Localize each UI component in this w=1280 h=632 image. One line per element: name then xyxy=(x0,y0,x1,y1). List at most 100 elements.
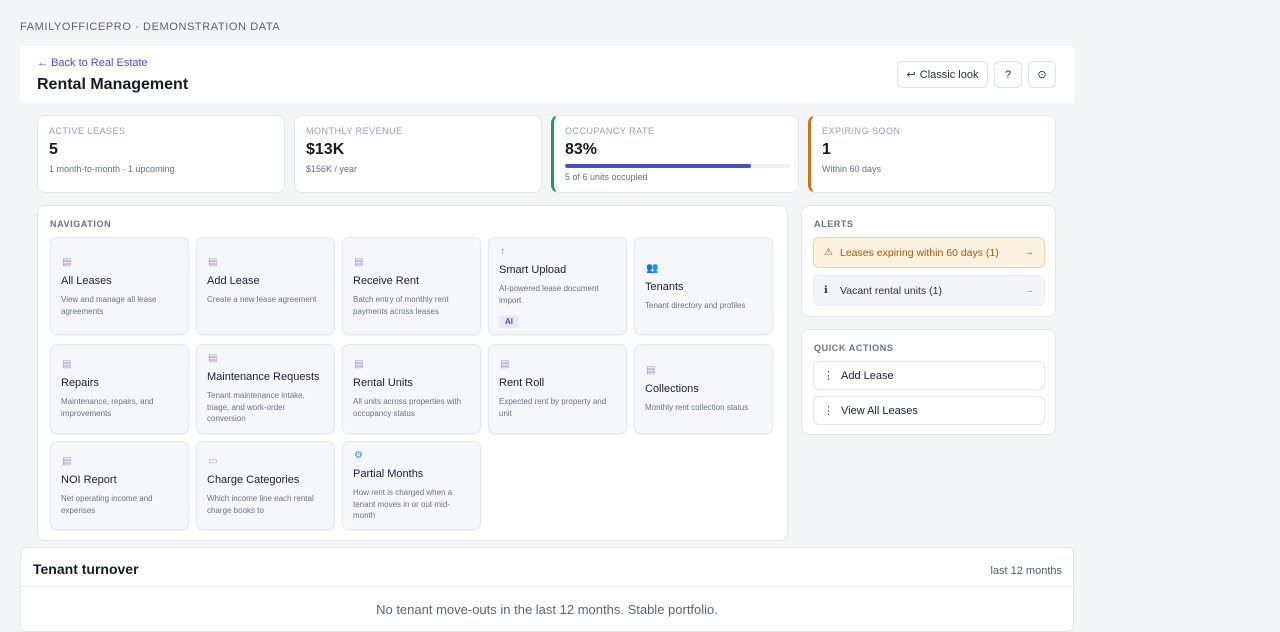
stat-subtext: Within 60 days xyxy=(822,164,882,174)
document-icon: ▤ xyxy=(62,456,72,467)
stat-subtext: 5 of 6 units occupied xyxy=(565,172,648,182)
stat-label: ACTIVE LEASES xyxy=(49,126,126,136)
nav-tile-title: Add Lease xyxy=(207,275,260,287)
brand-label: FAMILYOFFICEPRO · DEMONSTRATION DATA xyxy=(20,21,281,33)
nav-tile-rental-units[interactable]: ▤ Rental Units All units across properti… xyxy=(342,344,481,434)
nav-tile-all-leases[interactable]: ▤ All Leases View and manage all lease a… xyxy=(50,237,189,335)
alert-vacant-units[interactable]: ℹ Vacant rental units (1) → xyxy=(813,275,1045,306)
stat-card-monthly-revenue: MONTHLY REVENUE $13K $156K / year xyxy=(294,115,542,193)
stat-value: 5 xyxy=(49,141,58,158)
nav-tile-title: Maintenance Requests xyxy=(207,371,320,383)
page-title: Rental Management xyxy=(37,76,189,93)
tenant-turnover-title: Tenant turnover xyxy=(33,561,139,577)
nav-tile-description: Which income line each rental charge boo… xyxy=(207,494,314,515)
nav-tile-collections[interactable]: ▤ Collections Monthly rent collection st… xyxy=(634,344,773,434)
quick-action-label: Add Lease xyxy=(841,369,894,382)
tenant-turnover-empty-message: No tenant move-outs in the last 12 month… xyxy=(376,602,718,617)
tenant-turnover-range: last 12 months xyxy=(990,565,1062,577)
nav-tile-description: View and manage all lease agreements xyxy=(61,295,157,316)
nav-tile-title: Receive Rent xyxy=(353,275,420,287)
theme-toggle-button[interactable]: ⊙ xyxy=(1028,61,1056,88)
quick-actions-panel: QUICK ACTIONS ⋮ Add Lease ⋮ View All Lea… xyxy=(801,329,1056,435)
stat-subtext: $156K / year xyxy=(306,164,358,174)
more-vertical-icon: ⋮ xyxy=(823,405,834,417)
nav-tile-title: Smart Upload xyxy=(499,264,567,276)
occupancy-progress-fill xyxy=(565,164,751,168)
stat-label: EXPIRING SOON xyxy=(822,126,901,136)
stat-subtext: 1 month-to-month · 1 upcoming xyxy=(49,164,175,174)
nav-tile-description: Batch entry of monthly rent payments acr… xyxy=(353,295,449,316)
nav-tile-receive-rent[interactable]: ▤ Receive Rent Batch entry of monthly re… xyxy=(342,237,481,335)
nav-tile-noi-report[interactable]: ▤ NOI Report Net operating income and ex… xyxy=(50,441,189,530)
nav-tile-title: Charge Categories xyxy=(207,474,300,486)
nav-tile-repairs[interactable]: ▤ Repairs Maintenance, repairs, and impr… xyxy=(50,344,189,434)
stat-label: OCCUPANCY RATE xyxy=(565,126,655,136)
stat-card-active-leases: ACTIVE LEASES 5 1 month-to-month · 1 upc… xyxy=(37,115,285,193)
gear-icon: ⚙ xyxy=(354,450,363,461)
nav-tile-description: Tenant directory and profiles xyxy=(645,301,746,310)
theme-icon: ⊙ xyxy=(1037,69,1047,81)
people-icon: 👥 xyxy=(646,263,659,274)
upload-icon: ↑ xyxy=(500,246,505,257)
nav-tile-charge-categories[interactable]: ▭ Charge Categories Which income line ea… xyxy=(196,441,335,530)
nav-tile-description: Monthly rent collection status xyxy=(645,403,749,412)
document-icon: ▤ xyxy=(62,257,72,268)
nav-tile-title: Rent Roll xyxy=(499,377,545,389)
navigation-title: NAVIGATION xyxy=(50,219,112,229)
stat-card-expiring-soon: EXPIRING SOON 1 Within 60 days xyxy=(808,115,1056,193)
alert-leases-expiring[interactable]: ⚠ Leases expiring within 60 days (1) → xyxy=(813,237,1045,268)
stat-value: $13K xyxy=(306,141,345,158)
arrow-right-icon: → xyxy=(1024,247,1034,258)
classic-look-button[interactable]: ↩ Classic look xyxy=(897,61,988,88)
add-lease-button[interactable]: ⋮ Add Lease xyxy=(813,361,1045,390)
document-icon: ▤ xyxy=(354,257,364,268)
more-vertical-icon: ⋮ xyxy=(823,370,834,382)
quick-action-label: View All Leases xyxy=(841,404,918,417)
view-all-leases-button[interactable]: ⋮ View All Leases xyxy=(813,396,1045,425)
nav-tile-add-lease[interactable]: ▤ Add Lease Create a new lease agreement xyxy=(196,237,335,335)
nav-tile-smart-upload[interactable]: ↑ Smart Upload AI-powered lease document… xyxy=(488,237,627,335)
stat-label: MONTHLY REVENUE xyxy=(306,126,403,136)
document-icon: ▤ xyxy=(500,359,510,370)
document-icon: ▤ xyxy=(646,365,656,376)
stat-value: 83% xyxy=(565,141,598,158)
alert-text: Vacant rental units (1) xyxy=(840,284,942,297)
stat-value: 1 xyxy=(822,141,831,158)
document-icon: ▤ xyxy=(62,359,72,370)
classic-look-label: Classic look xyxy=(919,68,979,81)
nav-tile-description: Expected rent by property and unit xyxy=(499,397,607,418)
nav-tile-description: All units across properties with occupan… xyxy=(353,397,462,418)
nav-tile-description: How rent is charged when a tenant moves … xyxy=(353,488,453,520)
nav-tile-maintenance-requests[interactable]: ▤ Maintenance Requests Tenant maintenanc… xyxy=(196,344,335,434)
nav-tile-title: Tenants xyxy=(645,281,684,293)
nav-tile-description: AI-powered lease document import xyxy=(499,284,599,305)
nav-tile-title: Rental Units xyxy=(353,377,413,389)
occupancy-progress-bar xyxy=(565,164,789,168)
arrow-right-icon: → xyxy=(1024,285,1034,296)
tenant-turnover-card: Tenant turnover last 12 months No tenant… xyxy=(20,547,1074,632)
nav-tile-description: Net operating income and expenses xyxy=(61,494,153,515)
ai-badge: AI xyxy=(499,315,519,328)
nav-tile-title: All Leases xyxy=(61,275,112,287)
page-header: ← Back to Real Estate Rental Management … xyxy=(20,46,1074,103)
tenant-turnover-header: Tenant turnover last 12 months xyxy=(21,548,1073,587)
nav-tile-rent-roll[interactable]: ▤ Rent Roll Expected rent by property an… xyxy=(488,344,627,434)
nav-tile-title: NOI Report xyxy=(61,474,117,486)
stat-card-occupancy-rate: OCCUPANCY RATE 83% 5 of 6 units occupied xyxy=(551,115,799,193)
nav-tile-title: Collections xyxy=(645,383,699,395)
navigation-panel: NAVIGATION ▤ All Leases View and manage … xyxy=(37,205,788,541)
alert-text: Leases expiring within 60 days (1) xyxy=(840,246,999,259)
document-icon: ▤ xyxy=(208,353,218,364)
back-to-real-estate-link[interactable]: ← Back to Real Estate xyxy=(37,57,148,69)
help-button[interactable]: ? xyxy=(994,61,1022,88)
info-icon: ℹ xyxy=(824,285,828,296)
alerts-title: ALERTS xyxy=(814,219,854,229)
nav-tile-tenants[interactable]: 👥 Tenants Tenant directory and profiles xyxy=(634,237,773,335)
quick-actions-title: QUICK ACTIONS xyxy=(814,343,894,353)
nav-tile-partial-months[interactable]: ⚙ Partial Months How rent is charged whe… xyxy=(342,441,481,530)
alerts-panel: ALERTS ⚠ Leases expiring within 60 days … xyxy=(801,205,1056,317)
nav-tile-description: Tenant maintenance intake, triage, and w… xyxy=(207,391,305,423)
undo-arrow-icon: ↩ xyxy=(906,69,916,81)
document-icon: ▤ xyxy=(354,359,364,370)
nav-tile-description: Maintenance, repairs, and improvements xyxy=(61,397,154,418)
